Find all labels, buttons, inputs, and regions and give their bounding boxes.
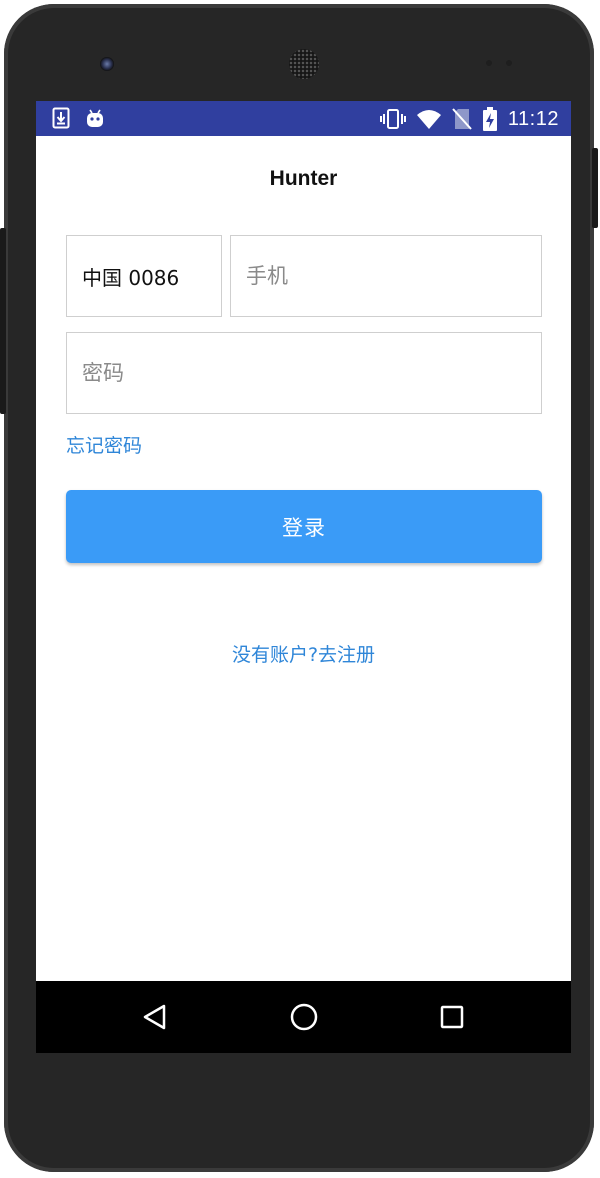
register-link[interactable]: 没有账户?去注册 bbox=[36, 640, 571, 667]
vibrate-icon bbox=[379, 108, 406, 130]
home-icon[interactable] bbox=[284, 997, 324, 1037]
device-screen: 11:12 Hunter 中国 0086 忘记密码 登录 没有账户?去注册 bbox=[36, 101, 571, 1053]
country-code-value: 中国 0086 bbox=[82, 265, 180, 290]
front-camera bbox=[100, 57, 114, 71]
earpiece-speaker bbox=[289, 49, 319, 79]
navigation-bar bbox=[36, 981, 571, 1053]
status-time: 11:12 bbox=[507, 107, 559, 130]
app-title: Hunter bbox=[269, 167, 338, 190]
no-sim-icon bbox=[452, 108, 472, 130]
recents-icon[interactable] bbox=[432, 997, 472, 1037]
country-code-selector[interactable]: 中国 0086 bbox=[66, 235, 222, 317]
light-sensor bbox=[506, 60, 512, 66]
proximity-sensor bbox=[486, 60, 492, 66]
back-icon[interactable] bbox=[135, 997, 175, 1037]
password-field[interactable] bbox=[66, 332, 542, 414]
android-icon bbox=[84, 107, 106, 129]
wifi-icon bbox=[416, 108, 442, 130]
battery-charging-icon bbox=[482, 107, 498, 131]
phone-field[interactable] bbox=[230, 235, 542, 317]
login-button[interactable]: 登录 bbox=[66, 490, 542, 563]
power-button bbox=[592, 148, 598, 228]
phone-frame: 11:12 Hunter 中国 0086 忘记密码 登录 没有账户?去注册 bbox=[4, 4, 594, 1172]
volume-button bbox=[0, 228, 6, 414]
download-icon bbox=[52, 107, 70, 129]
password-input[interactable] bbox=[82, 361, 541, 385]
forgot-password-link[interactable]: 忘记密码 bbox=[66, 431, 142, 458]
phone-input[interactable] bbox=[246, 264, 541, 288]
status-bar: 11:12 bbox=[36, 101, 571, 136]
